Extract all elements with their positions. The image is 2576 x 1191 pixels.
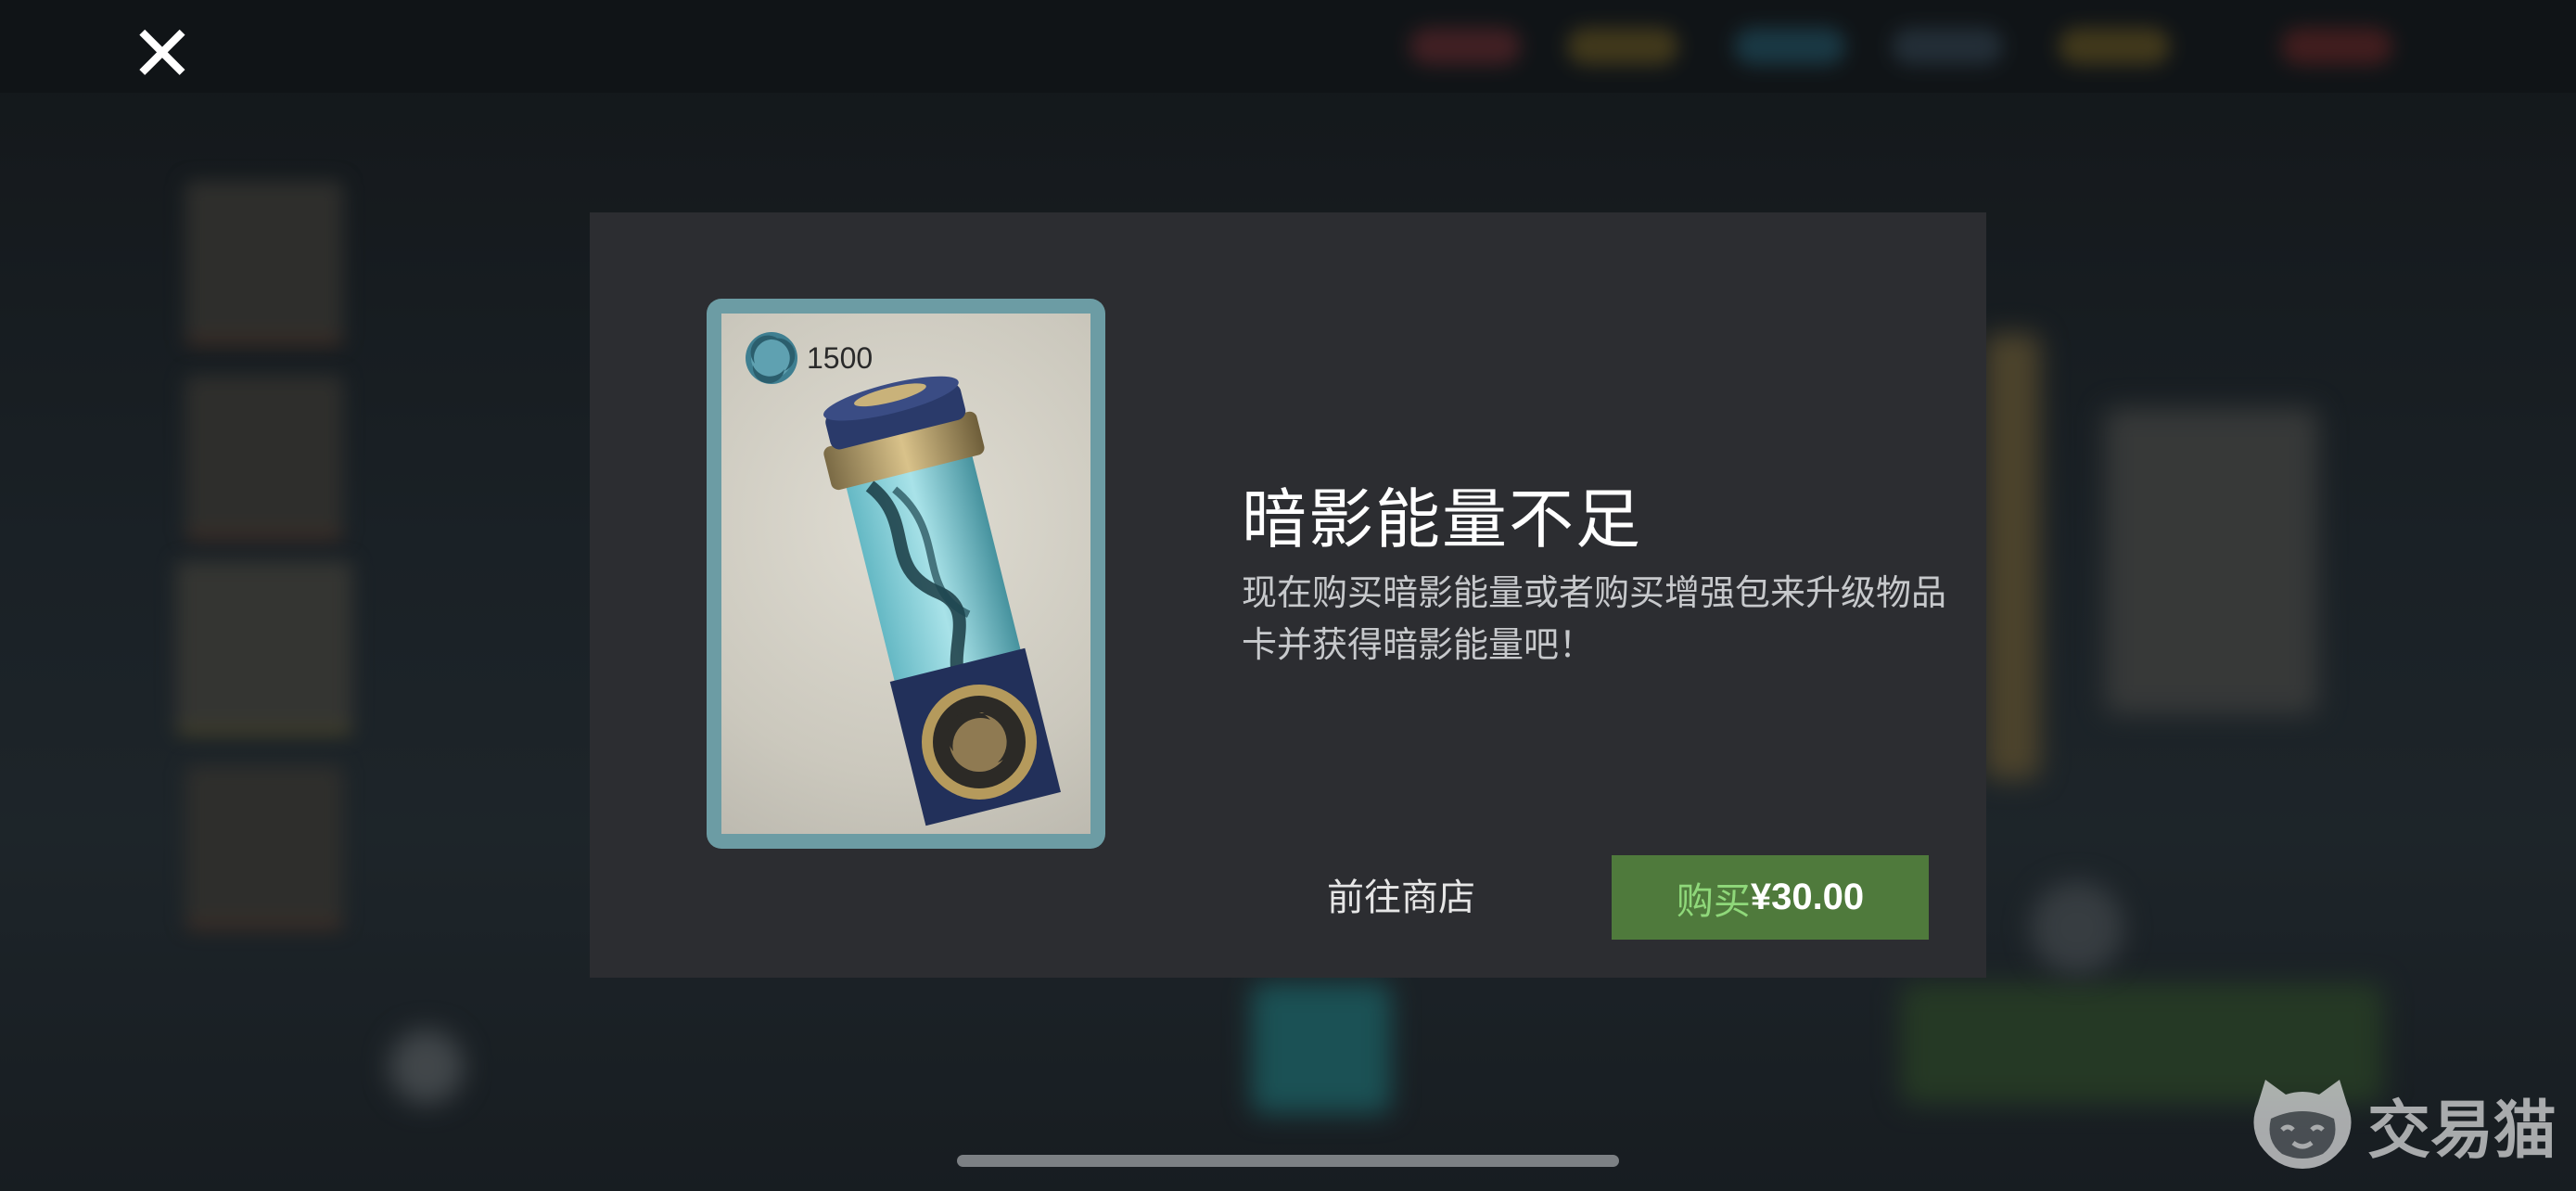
insufficient-energy-dialog: 1500 暗影能量不足 现在购买暗影能量或者购买增强包来升级物品卡并获得暗影能量… [590,212,1986,978]
close-icon[interactable]: ✕ [125,15,199,93]
dialog-title: 暗影能量不足 [1242,481,1642,557]
go-to-store-button[interactable]: 前往商店 [1304,854,1498,941]
item-card: 1500 [707,299,1105,849]
watermark-text: 交易猫 [2367,1094,2557,1168]
item-card-face: 1500 [721,314,1090,834]
cat-logo-icon [2253,1080,2352,1169]
dialog-description: 现在购买暗影能量或者购买增强包来升级物品卡并获得暗影能量吧！ [1242,572,1947,665]
item-cost: 1500 [744,330,873,386]
item-cost-value: 1500 [807,340,874,375]
watermark: 交易猫 [2249,1076,2557,1172]
buy-button[interactable]: 购买 ¥30.00 [1612,855,1929,940]
shadow-energy-icon [746,332,797,384]
shadow-energy-vial-image [823,376,1061,826]
buy-button-price: ¥30.00 [1750,877,1865,917]
home-indicator[interactable] [957,1155,1619,1167]
buy-button-label: 购买 [1676,879,1751,923]
